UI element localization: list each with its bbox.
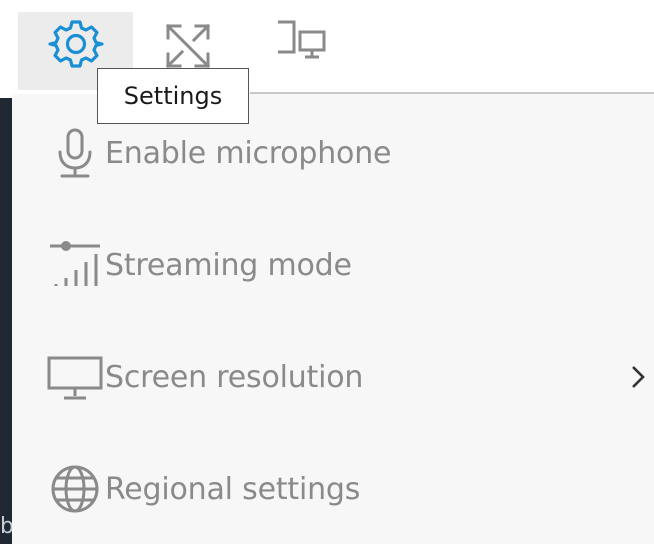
microphone-icon [46,124,104,182]
settings-menu: Enable microphone Streaming mode Screen … [12,94,654,544]
globe-icon [46,460,104,518]
background-window-text: b [0,514,14,539]
settings-tooltip: Settings [97,68,249,124]
menu-item-label: Enable microphone [105,135,392,171]
devices-button[interactable] [262,12,342,90]
chevron-right-icon [628,362,648,392]
menu-item-streaming-mode[interactable]: Streaming mode [12,220,654,310]
devices-icon [272,16,332,70]
menu-item-screen-resolution[interactable]: Screen resolution [12,332,654,422]
streaming-signal-icon [46,236,104,294]
menu-item-regional-settings[interactable]: Regional settings [12,444,654,534]
menu-item-label: Screen resolution [105,359,364,395]
background-window-edge [0,98,12,544]
monitor-icon [46,348,104,406]
app-window: b Enable microphone Streaming mode Scree… [0,0,654,544]
gear-icon [47,16,104,76]
menu-item-label: Regional settings [105,471,361,507]
menu-item-label: Streaming mode [105,247,352,283]
